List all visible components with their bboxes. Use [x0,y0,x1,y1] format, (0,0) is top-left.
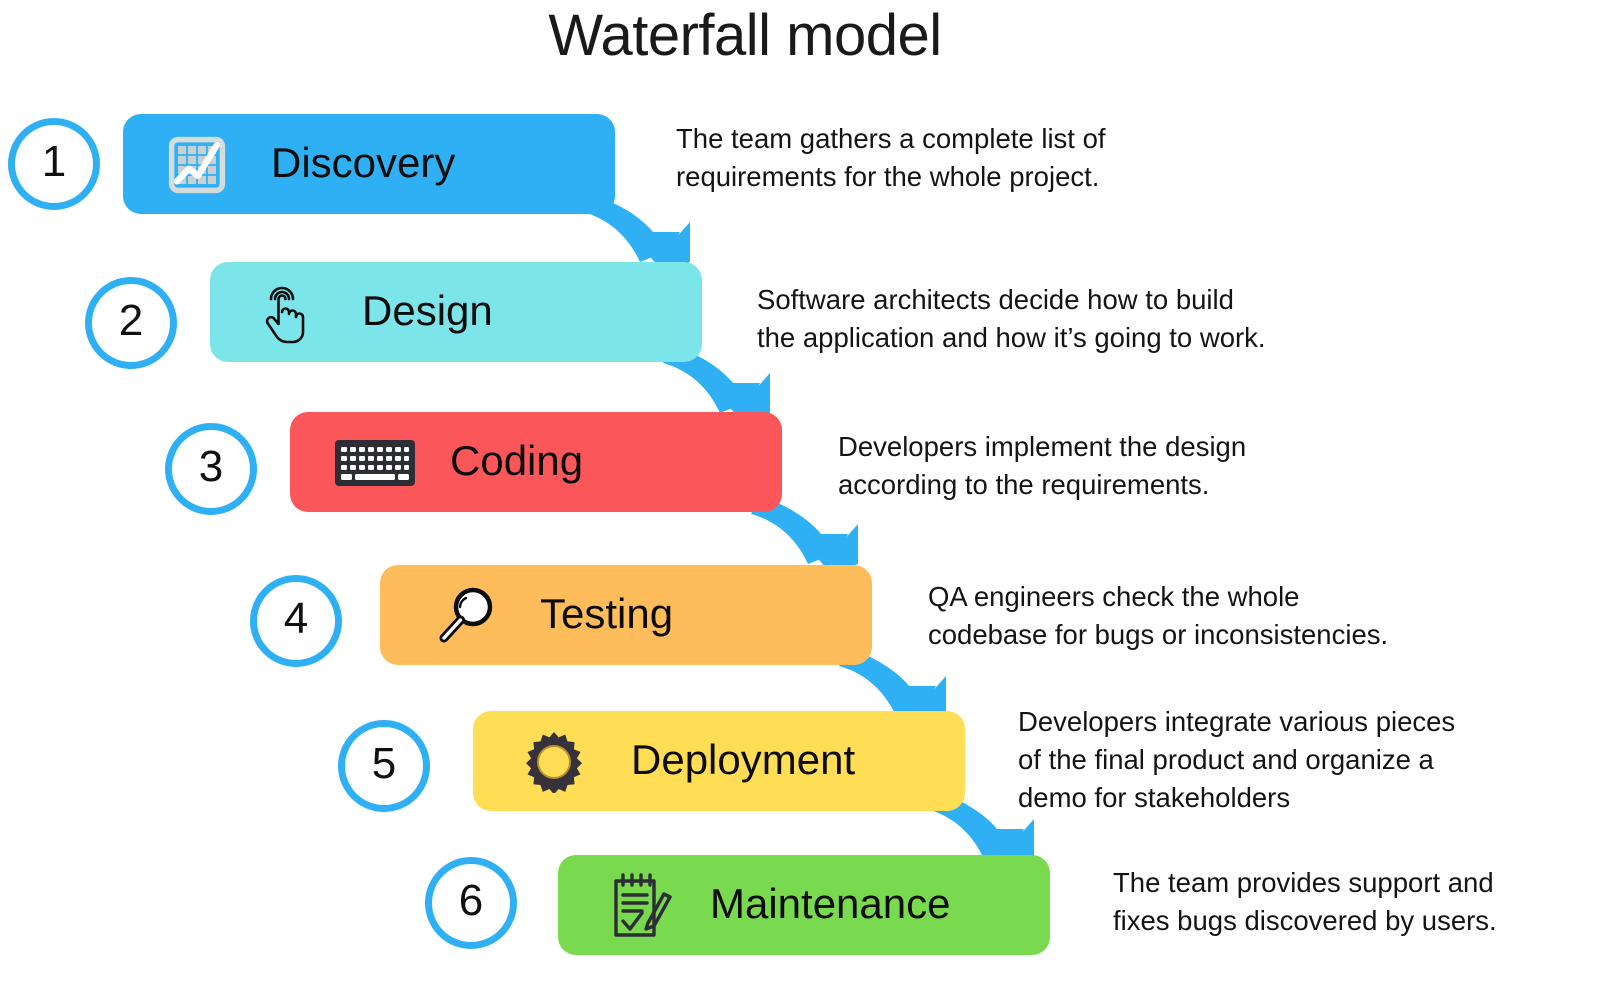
magnifier-icon [435,585,497,647]
tap-hand-icon [252,280,316,346]
stage-bar-deployment[interactable]: Deployment [473,711,965,811]
stage-bar-design[interactable]: Design [210,262,702,362]
stage-label-maintenance: Maintenance [710,880,951,927]
stage-label-coding: Coding [450,437,584,484]
step-number-4-label: 4 [283,594,309,643]
step-number-3: 3 [165,423,257,515]
stage-label-deployment: Deployment [631,736,856,783]
stage-description-discovery: The team gathers a complete list of requ… [676,123,1106,192]
stage-description-deployment: Developers integrate various pieces of t… [1018,706,1456,813]
step-number-1: 1 [8,118,100,210]
step-number-1-label: 1 [41,137,67,186]
step-number-3-label: 3 [198,442,224,491]
stage-description-coding: Developers implement the design accordin… [838,431,1247,500]
stage-label-testing: Testing [540,590,674,637]
notepad-pencil-icon [608,869,674,941]
chart-trend-icon [168,136,226,194]
stage-bar-coding[interactable]: Coding [290,412,782,512]
waterfall-diagram: Waterfall model 1 Discovery The team gat… [0,0,1599,991]
gear-icon [523,731,585,793]
step-number-4: 4 [250,575,342,667]
keyboard-icon [335,440,415,486]
stage-bar-discovery[interactable]: Discovery [123,114,615,214]
page-title: Waterfall model [548,3,942,68]
stage-description-maintenance: The team provides support and fixes bugs… [1113,867,1497,936]
stage-label-design: Design [362,287,493,334]
stage-description-design: Software architects decide how to build … [757,284,1266,353]
step-number-2: 2 [85,277,177,369]
step-number-5-label: 5 [371,739,397,788]
step-number-6: 6 [425,857,517,949]
step-number-6-label: 6 [458,876,484,925]
stage-label-discovery: Discovery [271,139,456,186]
stage-bar-maintenance[interactable]: Maintenance [558,855,1050,955]
stage-description-testing: QA engineers check the whole codebase fo… [928,581,1389,650]
step-number-5: 5 [338,720,430,812]
step-number-2-label: 2 [118,296,144,345]
stage-bar-testing[interactable]: Testing [380,565,872,665]
